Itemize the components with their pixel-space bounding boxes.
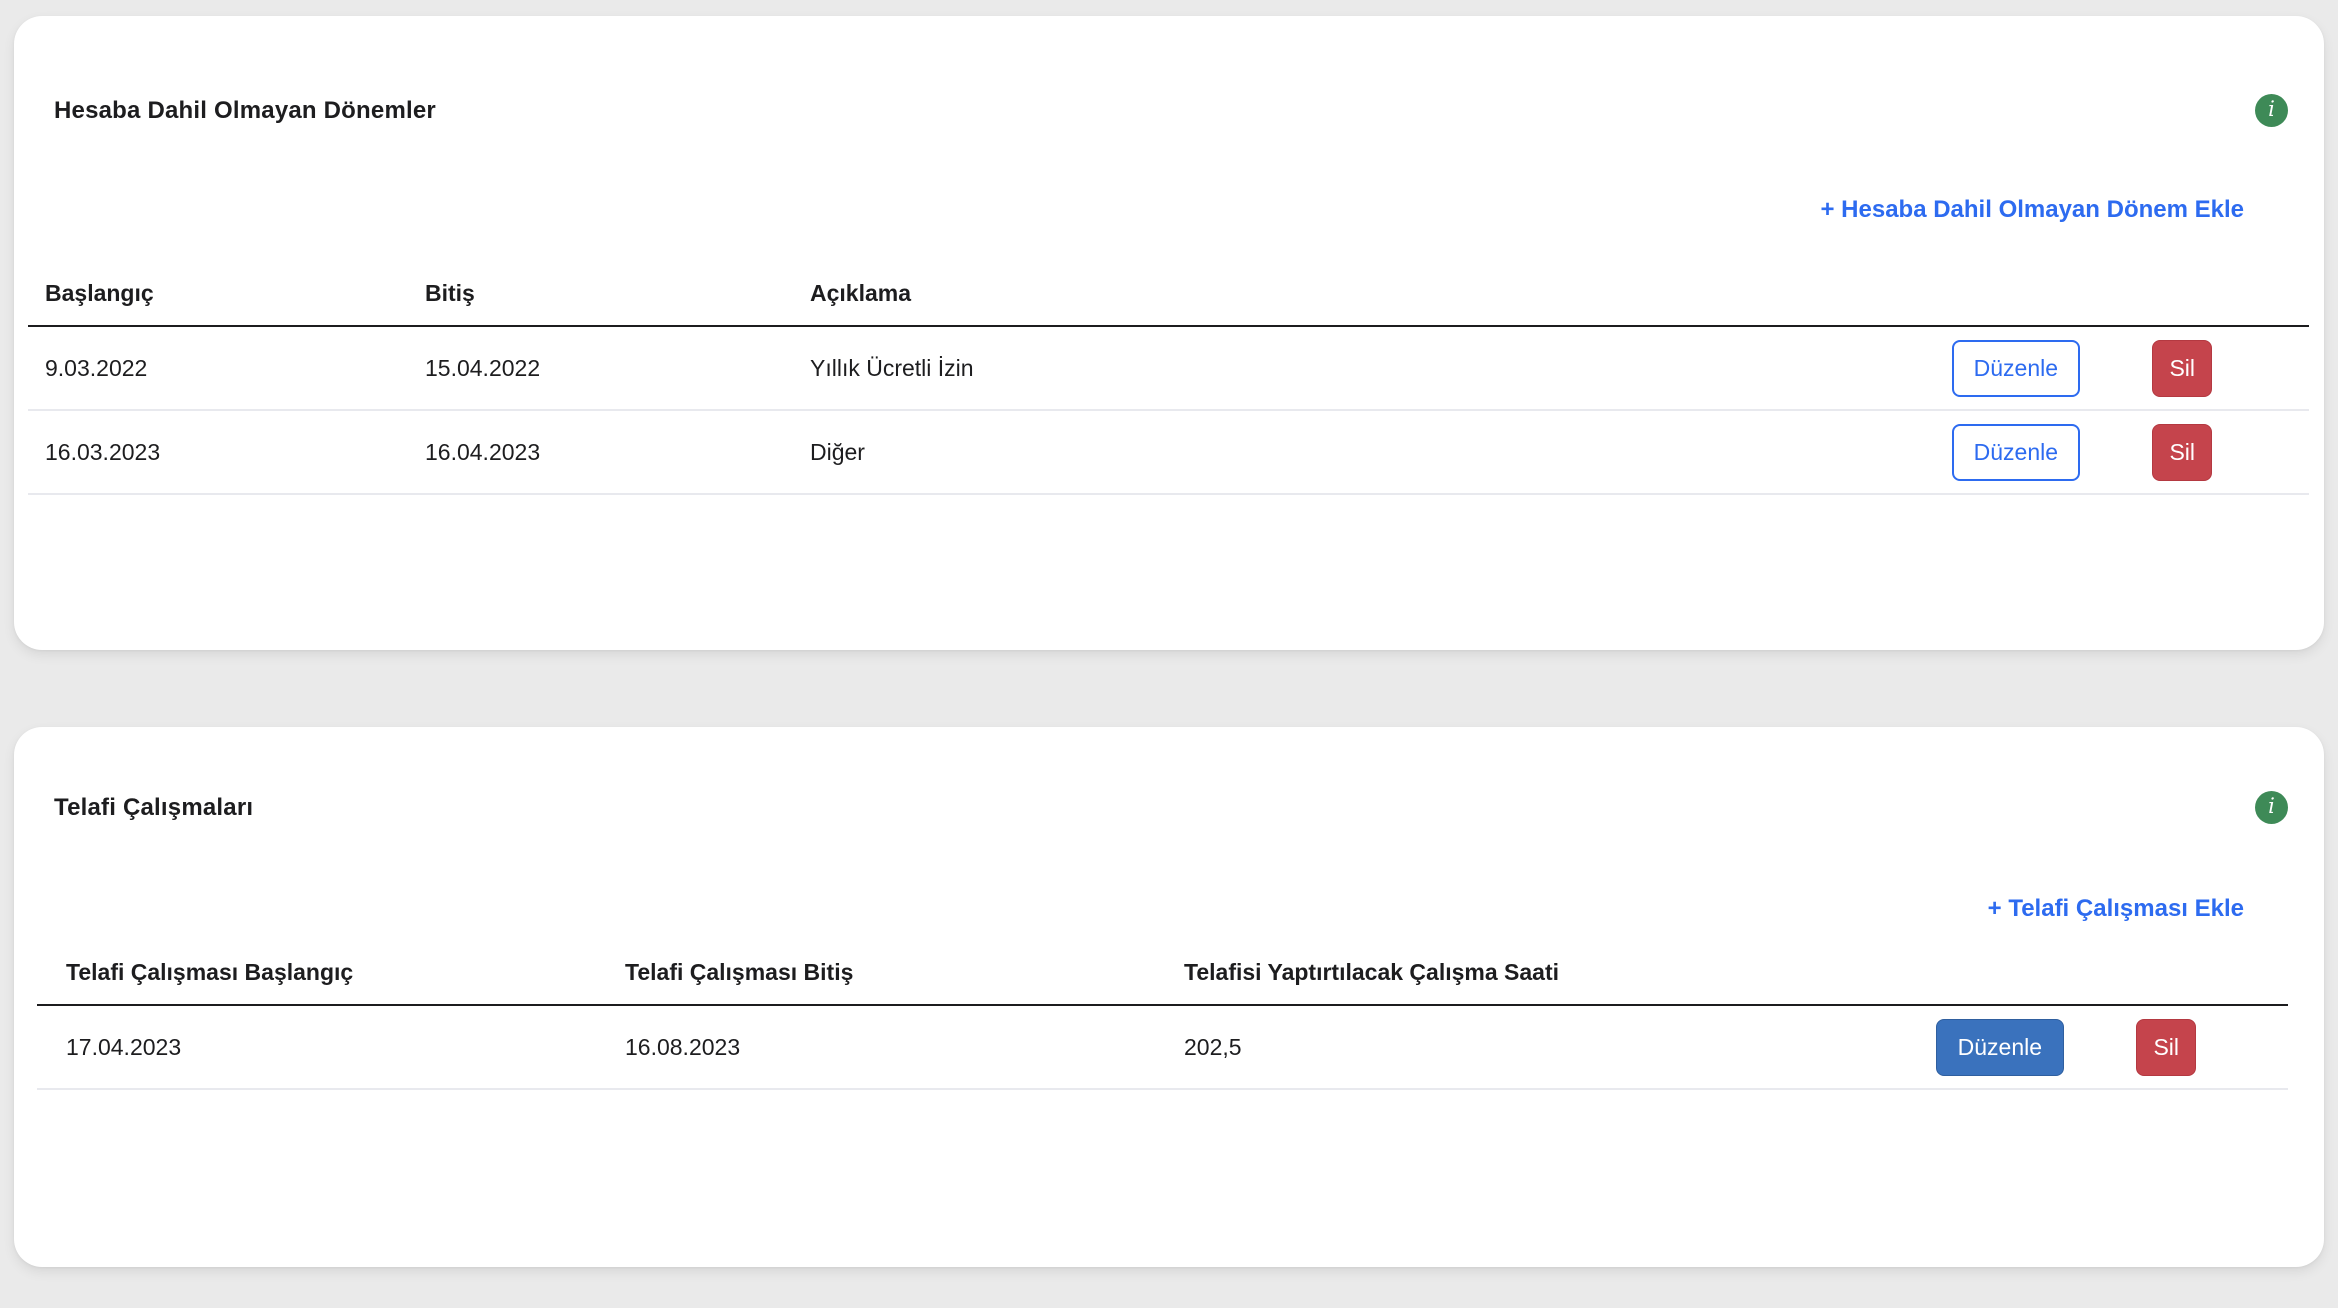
info-icon[interactable]: i bbox=[2255, 791, 2288, 824]
telafi-card-header: Telafi Çalışmaları i bbox=[14, 727, 2324, 824]
column-header-description: Açıklama bbox=[793, 264, 1819, 326]
excluded-periods-table: Başlangıç Bitiş Açıklama 9.03.2022 15.04… bbox=[28, 264, 2309, 495]
column-header-telafi-start: Telafi Çalışması Başlangıç bbox=[37, 943, 596, 1005]
excluded-periods-card: Hesaba Dahil Olmayan Dönemler i + Hesaba… bbox=[14, 16, 2324, 650]
column-header-telafi-end: Telafi Çalışması Bitiş bbox=[596, 943, 1155, 1005]
add-telafi-link[interactable]: + Telafi Çalışması Ekle bbox=[1988, 895, 2244, 923]
column-header-start: Başlangıç bbox=[28, 264, 408, 326]
row-actions-cell: Düzenle Sil bbox=[1819, 326, 2309, 410]
edit-button[interactable]: Düzenle bbox=[1952, 340, 2080, 397]
delete-button[interactable]: Sil bbox=[2152, 340, 2212, 397]
column-header-telafi-hours: Telafisi Yaptırtılacak Çalışma Saati bbox=[1155, 943, 1808, 1005]
start-date-cell: 16.03.2023 bbox=[28, 410, 408, 494]
end-date-cell: 16.04.2023 bbox=[408, 410, 793, 494]
excluded-periods-header-row: Başlangıç Bitiş Açıklama bbox=[28, 264, 2309, 326]
delete-button[interactable]: Sil bbox=[2152, 424, 2212, 481]
start-date-cell: 17.04.2023 bbox=[37, 1005, 596, 1089]
description-cell: Yıllık Ücretli İzin bbox=[793, 326, 1819, 410]
delete-button[interactable]: Sil bbox=[2136, 1019, 2196, 1076]
info-icon-glyph: i bbox=[2268, 796, 2275, 817]
table-row: 16.03.2023 16.04.2023 Diğer Düzenle Sil bbox=[28, 410, 2309, 494]
column-header-actions bbox=[1808, 943, 2288, 1005]
edit-button[interactable]: Düzenle bbox=[1936, 1019, 2064, 1076]
table-row: 17.04.2023 16.08.2023 202,5 Düzenle Sil bbox=[37, 1005, 2288, 1089]
column-header-actions bbox=[1819, 264, 2309, 326]
description-cell: Diğer bbox=[793, 410, 1819, 494]
excluded-periods-add-row: + Hesaba Dahil Olmayan Dönem Ekle bbox=[14, 196, 2324, 224]
add-excluded-period-link[interactable]: + Hesaba Dahil Olmayan Dönem Ekle bbox=[1820, 196, 2244, 224]
info-icon-glyph: i bbox=[2268, 99, 2275, 120]
excluded-periods-card-header: Hesaba Dahil Olmayan Dönemler i bbox=[14, 16, 2324, 127]
end-date-cell: 15.04.2022 bbox=[408, 326, 793, 410]
column-header-end: Bitiş bbox=[408, 264, 793, 326]
row-actions-cell: Düzenle Sil bbox=[1819, 410, 2309, 494]
edit-button[interactable]: Düzenle bbox=[1952, 424, 2080, 481]
telafi-add-row: + Telafi Çalışması Ekle bbox=[14, 895, 2324, 923]
telafi-table: Telafi Çalışması Başlangıç Telafi Çalışm… bbox=[37, 943, 2288, 1090]
row-actions-cell: Düzenle Sil bbox=[1808, 1005, 2288, 1089]
info-icon[interactable]: i bbox=[2255, 94, 2288, 127]
start-date-cell: 9.03.2022 bbox=[28, 326, 408, 410]
telafi-card: Telafi Çalışmaları i + Telafi Çalışması … bbox=[14, 727, 2324, 1267]
hours-cell: 202,5 bbox=[1155, 1005, 1808, 1089]
table-row: 9.03.2022 15.04.2022 Yıllık Ücretli İzin… bbox=[28, 326, 2309, 410]
end-date-cell: 16.08.2023 bbox=[596, 1005, 1155, 1089]
telafi-header-row: Telafi Çalışması Başlangıç Telafi Çalışm… bbox=[37, 943, 2288, 1005]
excluded-periods-title: Hesaba Dahil Olmayan Dönemler bbox=[54, 97, 436, 125]
telafi-title: Telafi Çalışmaları bbox=[54, 794, 253, 822]
